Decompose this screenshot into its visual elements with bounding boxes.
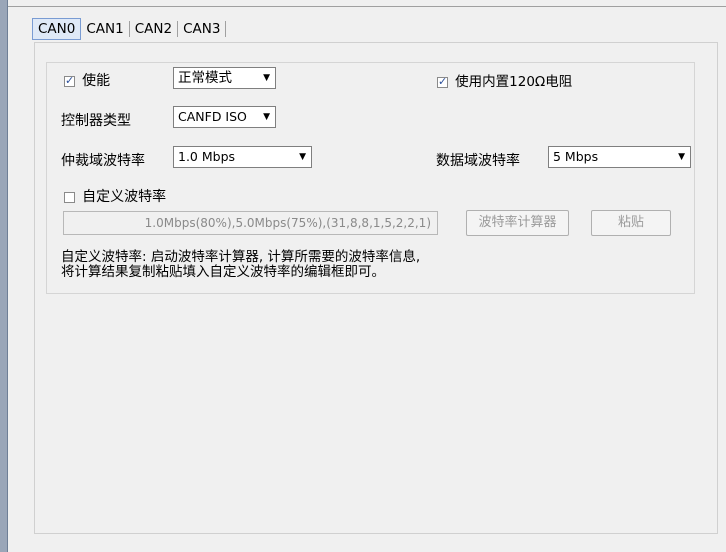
data-baud-label: 数据域波特率 bbox=[436, 153, 520, 169]
custom-baud-checkbox[interactable] bbox=[64, 192, 75, 203]
mode-select[interactable]: 正常模式 ▼ bbox=[173, 67, 276, 89]
arbitration-baud-label: 仲裁域波特率 bbox=[61, 153, 145, 169]
custom-baud-label: 自定义波特率 bbox=[82, 189, 167, 205]
chevron-down-icon: ▼ bbox=[263, 112, 270, 122]
tab-can3[interactable]: CAN3 bbox=[178, 18, 225, 40]
top-divider bbox=[8, 6, 726, 7]
chevron-down-icon: ▼ bbox=[263, 73, 270, 83]
chevron-down-icon: ▼ bbox=[678, 152, 685, 162]
baud-calculator-button[interactable]: 波特率计算器 bbox=[466, 210, 569, 236]
data-baud-value: 5 Mbps bbox=[553, 149, 599, 164]
enable-label: 使能 bbox=[82, 73, 111, 89]
tab-can2[interactable]: CAN2 bbox=[130, 18, 177, 40]
can-tab-bar: CAN0 CAN1 CAN2 CAN3 bbox=[32, 17, 227, 41]
internal-resistor-checkbox[interactable] bbox=[437, 75, 448, 88]
tab-separator bbox=[225, 21, 227, 37]
data-baud-select[interactable]: 5 Mbps ▼ bbox=[548, 146, 691, 168]
custom-baud-input[interactable]: 1.0Mbps(80%),5.0Mbps(75%),(31,8,8,1,5,2,… bbox=[63, 211, 438, 235]
custom-baud-checkbox-row[interactable]: 自定义波特率 bbox=[64, 186, 166, 206]
arbitration-baud-select[interactable]: 1.0 Mbps ▼ bbox=[173, 146, 312, 168]
arbitration-baud-value: 1.0 Mbps bbox=[178, 149, 236, 164]
internal-resistor-label: 使用内置120Ω电阻 bbox=[455, 74, 573, 90]
enable-checkbox[interactable] bbox=[64, 74, 75, 87]
mode-select-value: 正常模式 bbox=[178, 70, 232, 86]
paste-button[interactable]: 粘贴 bbox=[591, 210, 671, 236]
info-line-2: 将计算结果复制粘贴填入自定义波特率的编辑框即可。 bbox=[61, 264, 385, 280]
chevron-down-icon: ▼ bbox=[299, 152, 306, 162]
tab-can0[interactable]: CAN0 bbox=[32, 18, 82, 40]
controller-type-select[interactable]: CANFD ISO ▼ bbox=[173, 106, 276, 128]
info-text: 自定义波特率: 启动波特率计算器, 计算所需要的波特率信息, 将计算结果复制粘贴… bbox=[61, 250, 420, 280]
enable-checkbox-row[interactable]: 使能 bbox=[64, 70, 110, 90]
internal-resistor-row[interactable]: 使用内置120Ω电阻 bbox=[437, 70, 572, 90]
controller-type-value: CANFD ISO bbox=[178, 109, 247, 124]
tab-can1[interactable]: CAN1 bbox=[81, 18, 128, 40]
controller-type-label: 控制器类型 bbox=[61, 113, 131, 129]
info-line-1: 自定义波特率: 启动波特率计算器, 计算所需要的波特率信息, bbox=[61, 249, 421, 265]
